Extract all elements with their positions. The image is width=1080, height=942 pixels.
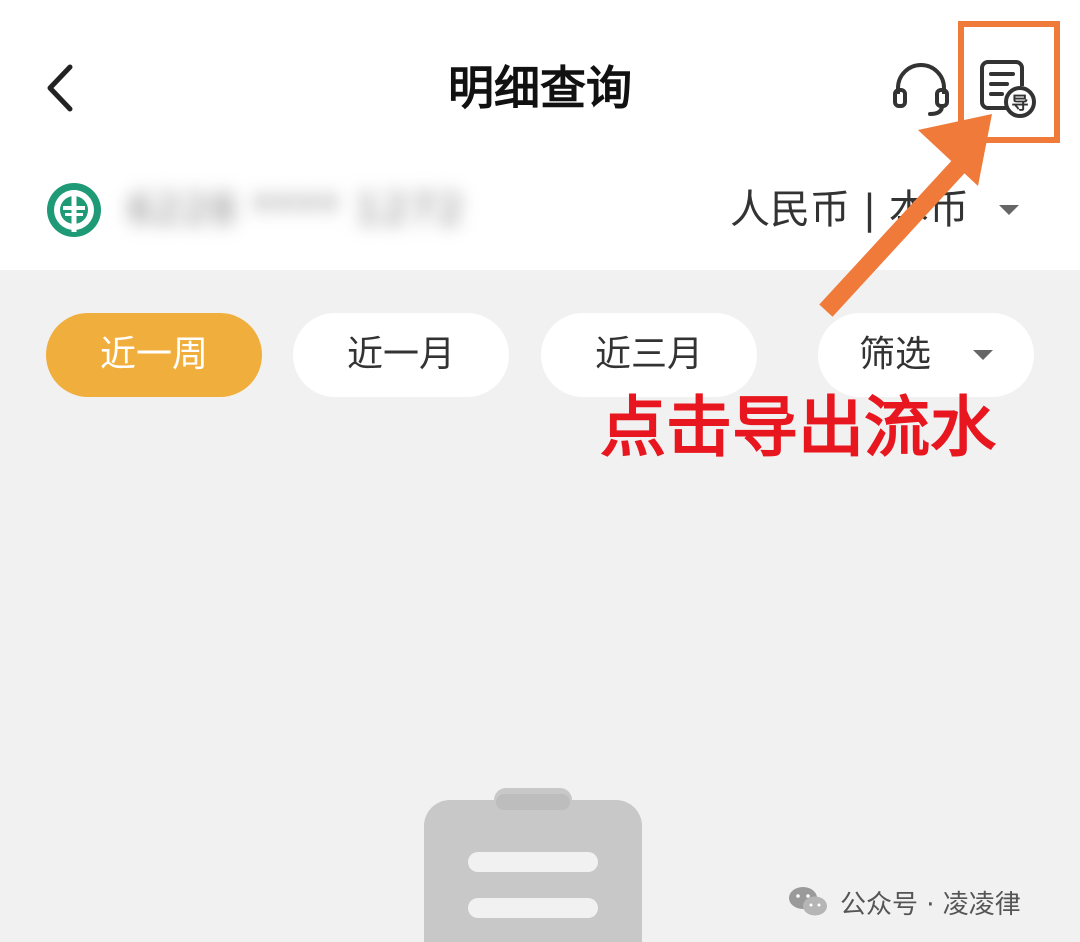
filter-dropdown[interactable]: 筛选 (818, 313, 1034, 397)
headset-icon (893, 63, 949, 116)
currency-label: 人民币 | 本币 (730, 187, 969, 233)
back-button[interactable] (30, 55, 90, 121)
bank-logo-icon (44, 180, 104, 240)
watermark-text: 公众号 · 凌凌律 (840, 889, 1021, 920)
empty-clipboard-icon (424, 788, 642, 942)
watermark: 公众号 · 凌凌律 (788, 880, 1058, 924)
page-title: 明细查询 (448, 61, 632, 115)
account-row: 6228 **** 1272 人民币 | 本币 (0, 160, 1080, 260)
chevron-left-icon (47, 64, 73, 112)
chip-last-three-months[interactable]: 近三月 (541, 313, 757, 397)
chip-last-month[interactable]: 近一月 (293, 313, 509, 397)
chip-last-week[interactable]: 近一周 (46, 313, 262, 397)
account-number: 6228 **** 1272 (128, 187, 466, 233)
caret-down-icon (998, 205, 1019, 215)
caret-down-icon (973, 350, 993, 360)
filter-label: 筛选 (858, 334, 931, 375)
export-highlight-box (958, 21, 1060, 143)
wechat-icon (789, 887, 827, 916)
annotation-text: 点击导出流水 (600, 389, 996, 466)
customer-service-button[interactable] (888, 56, 954, 122)
currency-selector[interactable]: 人民币 | 本币 (730, 180, 1050, 240)
